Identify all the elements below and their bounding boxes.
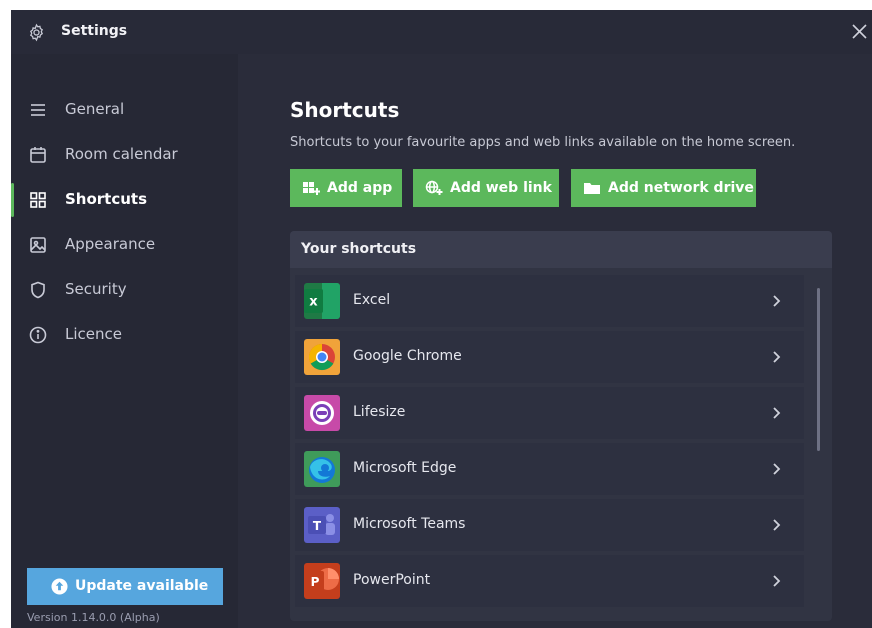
shortcut-row-teams[interactable]: T Microsoft Teams [295,499,804,551]
folder-icon [584,183,600,194]
shortcut-name: Lifesize [353,404,406,420]
shortcut-row-powerpoint[interactable]: P PowerPoint [295,555,804,607]
add-web-link-label: Add web link [450,180,552,196]
globe-add-icon [425,180,443,195]
main-content: Shortcuts Shortcuts to your favourite ap… [238,54,872,628]
add-network-drive-button[interactable]: Add network drive [571,169,756,207]
info-icon [29,326,47,344]
page-title: Shortcuts [290,98,400,122]
shortcut-name: Excel [353,292,391,308]
chrome-icon [304,339,340,375]
chevron-right-icon [773,295,781,307]
sidebar-item-label: Licence [65,325,122,343]
teams-icon: T [304,507,340,543]
arrow-up-circle-icon [51,578,68,595]
shortcut-row-excel[interactable]: x Excel [295,275,804,327]
sidebar-item-security[interactable]: Security [11,270,238,310]
gear-icon [29,23,44,42]
add-app-button[interactable]: Add app [290,169,402,207]
title-bar: Settings [11,10,872,54]
menu-lines-icon [31,104,45,116]
shortcut-name: PowerPoint [353,572,431,588]
svg-text:T: T [313,519,322,533]
shortcuts-panel: Your shortcuts x Excel Google Chrome Lif… [290,231,832,621]
sidebar-item-label: Security [65,280,127,298]
add-web-link-button[interactable]: Add web link [413,169,559,207]
shortcut-row-lifesize[interactable]: Lifesize [295,387,804,439]
sidebar-item-label: Shortcuts [65,190,148,208]
shortcut-name: Microsoft Teams [353,516,466,532]
lifesize-icon [304,395,340,431]
sidebar-item-room-calendar[interactable]: Room calendar [11,135,238,175]
shortcut-row-edge[interactable]: Microsoft Edge [295,443,804,495]
powerpoint-icon: P [304,563,340,599]
sidebar-item-appearance[interactable]: Appearance [11,225,238,265]
chevron-right-icon [773,407,781,419]
sidebar-item-label: Room calendar [65,145,178,163]
chevron-right-icon [773,351,781,363]
update-available-button[interactable]: Update available [27,568,223,605]
sidebar-item-general[interactable]: General [11,90,238,130]
chevron-right-icon [773,463,781,475]
sidebar: General Room calendar Shortcuts Appearan… [11,54,238,628]
grid-icon [30,192,46,208]
chevron-right-icon [773,519,781,531]
chevron-right-icon [773,575,781,587]
panel-header: Your shortcuts [290,231,832,268]
shield-icon [31,281,45,299]
settings-window: Settings General Room calendar Shortcuts [11,10,872,628]
image-icon [30,237,46,253]
svg-text:P: P [311,575,320,589]
active-indicator [11,183,14,217]
sidebar-item-shortcuts[interactable]: Shortcuts [11,180,238,220]
page-description: Shortcuts to your favourite apps and web… [290,135,796,150]
sidebar-item-licence[interactable]: Licence [11,315,238,355]
calendar-icon [30,147,46,163]
version-text: Version 1.14.0.0 (Alpha) [27,611,160,624]
edge-icon [304,451,340,487]
sidebar-item-label: Appearance [65,235,156,253]
window-title: Settings [61,23,128,39]
update-label: Update available [75,578,209,594]
apps-add-icon [303,182,320,195]
shortcut-name: Microsoft Edge [353,460,457,476]
scrollbar[interactable] [817,288,820,451]
shortcut-name: Google Chrome [353,348,462,364]
add-network-drive-label: Add network drive [608,180,754,196]
add-app-label: Add app [327,180,393,196]
sidebar-item-label: General [65,100,125,118]
shortcut-row-chrome[interactable]: Google Chrome [295,331,804,383]
svg-text:x: x [309,295,318,310]
close-icon[interactable] [848,21,872,43]
panel-title: Your shortcuts [301,241,417,257]
excel-icon: x [304,283,340,319]
